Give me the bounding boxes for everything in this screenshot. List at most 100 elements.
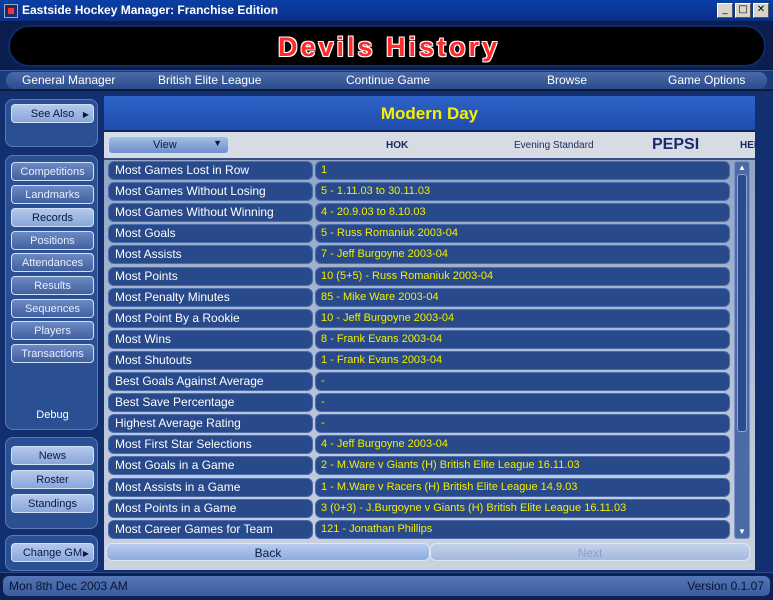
record-value: 1	[315, 161, 730, 180]
record-value: 3 (0+3) - J.Burgoyne v Giants (H) Britis…	[315, 498, 730, 518]
record-row[interactable]: Most First Star Selections 4 - Jeff Burgo…	[108, 435, 730, 455]
back-button[interactable]: Back	[106, 543, 430, 561]
record-value: 121 - Jonathan Phillips	[315, 519, 730, 539]
record-value: 4 - Jeff Burgoyne 2003-04	[315, 435, 730, 455]
record-label: Most Penalty Minutes	[108, 287, 313, 307]
menu-british-elite-league[interactable]: British Elite League	[158, 73, 261, 87]
sidebar-item-sequences[interactable]: Sequences	[11, 299, 94, 318]
record-label: Most Goals	[108, 224, 313, 244]
record-label: Most First Star Selections	[108, 435, 313, 455]
record-label: Best Save Percentage	[108, 393, 313, 413]
page-title: Devils History	[277, 32, 501, 62]
record-value: 10 (5+5) - Russ Romaniuk 2003-04	[315, 266, 730, 286]
scroll-down-icon[interactable]: ▼	[736, 526, 748, 538]
sidebar-item-news[interactable]: News	[11, 446, 94, 465]
header-banner: Devils History	[8, 25, 766, 67]
maximize-button[interactable]: □	[735, 3, 751, 18]
sidebar-item-players[interactable]: Players	[11, 321, 94, 340]
window-title: Eastside Hockey Manager: Franchise Editi…	[22, 3, 279, 17]
quick-nav-panel: News Roster Standings	[5, 437, 98, 529]
content-panel: HOK Evening Standard PEPSI HER Modern Da…	[104, 96, 755, 570]
record-row[interactable]: Highest Average Rating -	[108, 414, 730, 434]
sidebar-item-positions[interactable]: Positions	[11, 231, 94, 250]
see-also-label: See Also	[30, 108, 75, 120]
chevron-down-icon: ▼	[213, 138, 222, 148]
debug-label[interactable]: Debug	[6, 409, 99, 421]
record-value: 5 - Russ Romaniuk 2003-04	[315, 224, 730, 244]
record-label: Most Goals in a Game	[108, 456, 313, 476]
record-value: -	[315, 414, 730, 434]
record-label: Highest Average Rating	[108, 414, 313, 434]
record-value: 2 - M.Ware v Giants (H) British Elite Le…	[315, 456, 730, 476]
record-row[interactable]: Most Wins 8 - Frank Evans 2003-04	[108, 329, 730, 349]
status-bar-inner: Mon 8th Dec 2003 AM Version 0.1.07	[3, 576, 770, 596]
menu-browse[interactable]: Browse	[547, 73, 587, 87]
record-label: Most Games Without Losing	[108, 182, 313, 202]
record-row[interactable]: Best Save Percentage -	[108, 393, 730, 413]
close-button[interactable]: ✕	[753, 3, 769, 18]
record-row[interactable]: Most Games Lost in Row 1	[108, 161, 730, 180]
sidebar-item-landmarks[interactable]: Landmarks	[11, 185, 94, 204]
chevron-right-icon: ▶	[82, 110, 89, 119]
sidebar-item-transactions[interactable]: Transactions	[11, 344, 94, 363]
record-row[interactable]: Most Penalty Minutes 85 - Mike Ware 2003-…	[108, 287, 730, 307]
record-row[interactable]: Most Games Without Losing 5 - 1.11.03 to …	[108, 182, 730, 202]
record-row[interactable]: Most Games Without Winning 4 - 20.9.03 to…	[108, 203, 730, 223]
game-date: Mon 8th Dec 2003 AM	[9, 579, 128, 593]
records-scrollbar[interactable]: ▲ ▼	[734, 161, 750, 539]
record-row[interactable]: Most Points 10 (5+5) - Russ Romaniuk 2003…	[108, 266, 730, 286]
menu-game-options[interactable]: Game Options	[668, 73, 745, 87]
sidebar-item-roster[interactable]: Roster	[11, 470, 94, 489]
record-row[interactable]: Best Goals Against Average -	[108, 372, 730, 391]
record-row[interactable]: Most Assists 7 - Jeff Burgoyne 2003-04	[108, 245, 730, 265]
change-gm-button[interactable]: Change GM ▶	[11, 543, 94, 562]
record-row[interactable]: Most Goals in a Game 2 - M.Ware v Giants …	[108, 456, 730, 476]
see-also-panel: See Also ▶	[5, 99, 98, 147]
menu-continue-game[interactable]: Continue Game	[346, 73, 430, 87]
view-dropdown[interactable]: View ▼	[108, 136, 229, 154]
record-row[interactable]: Most Points in a Game 3 (0+3) - J.Burgoyn…	[108, 498, 730, 518]
sidebar-item-attendances[interactable]: Attendances	[11, 253, 94, 272]
record-label: Most Assists	[108, 245, 313, 265]
main-area: See Also ▶ Competitions Landmarks Record…	[0, 91, 773, 572]
record-row[interactable]: Most Shutouts 1 - Frank Evans 2003-04	[108, 350, 730, 370]
sidebar-item-competitions[interactable]: Competitions	[11, 162, 94, 181]
next-button[interactable]: Next	[430, 543, 750, 561]
scroll-thumb[interactable]	[737, 174, 747, 432]
record-row[interactable]: Most Goals 5 - Russ Romaniuk 2003-04	[108, 224, 730, 244]
top-menu: General Manager British Elite League Con…	[0, 70, 773, 90]
scroll-up-icon[interactable]: ▲	[736, 162, 748, 174]
minimize-button[interactable]: _	[717, 3, 733, 18]
title-bar: Eastside Hockey Manager: Franchise Editi…	[0, 0, 773, 22]
menu-general-manager[interactable]: General Manager	[22, 73, 115, 87]
record-value: 10 - Jeff Burgoyne 2003-04	[315, 308, 730, 328]
record-value: 8 - Frank Evans 2003-04	[315, 329, 730, 349]
record-value: 1 - M.Ware v Racers (H) British Elite Le…	[315, 477, 730, 497]
app-icon	[4, 4, 18, 18]
sidebar-item-results[interactable]: Results	[11, 276, 94, 295]
record-label: Most Assists in a Game	[108, 477, 313, 497]
record-value: 1 - Frank Evans 2003-04	[315, 350, 730, 370]
record-row[interactable]: Most Career Games for Team 121 - Jonathan…	[108, 519, 730, 539]
record-label: Best Goals Against Average	[108, 372, 313, 391]
ad-pepsi: PEPSI	[652, 136, 700, 153]
record-value: 85 - Mike Ware 2003-04	[315, 287, 730, 307]
record-label: Most Games Without Winning	[108, 203, 313, 223]
change-gm-panel: Change GM ▶	[5, 535, 98, 571]
see-also-button[interactable]: See Also ▶	[11, 104, 94, 123]
record-value: 4 - 20.9.03 to 8.10.03	[315, 203, 730, 223]
record-value: -	[315, 372, 730, 391]
record-label: Most Point By a Rookie	[108, 308, 313, 328]
ad-her: HER	[740, 140, 755, 151]
view-label: View	[153, 139, 177, 151]
record-value: 7 - Jeff Burgoyne 2003-04	[315, 245, 730, 265]
record-label: Most Shutouts	[108, 350, 313, 370]
bottom-nav: Back Next	[104, 541, 755, 563]
sidebar-item-standings[interactable]: Standings	[11, 494, 94, 513]
section-title: Modern Day	[104, 96, 755, 132]
sidebar-item-records[interactable]: Records	[11, 208, 94, 227]
top-menu-bar: General Manager British Elite League Con…	[6, 72, 767, 89]
record-row[interactable]: Most Assists in a Game 1 - M.Ware v Racer…	[108, 477, 730, 497]
record-row[interactable]: Most Point By a Rookie 10 - Jeff Burgoyne…	[108, 308, 730, 328]
history-nav-panel: Competitions Landmarks Records Positions…	[5, 155, 98, 430]
